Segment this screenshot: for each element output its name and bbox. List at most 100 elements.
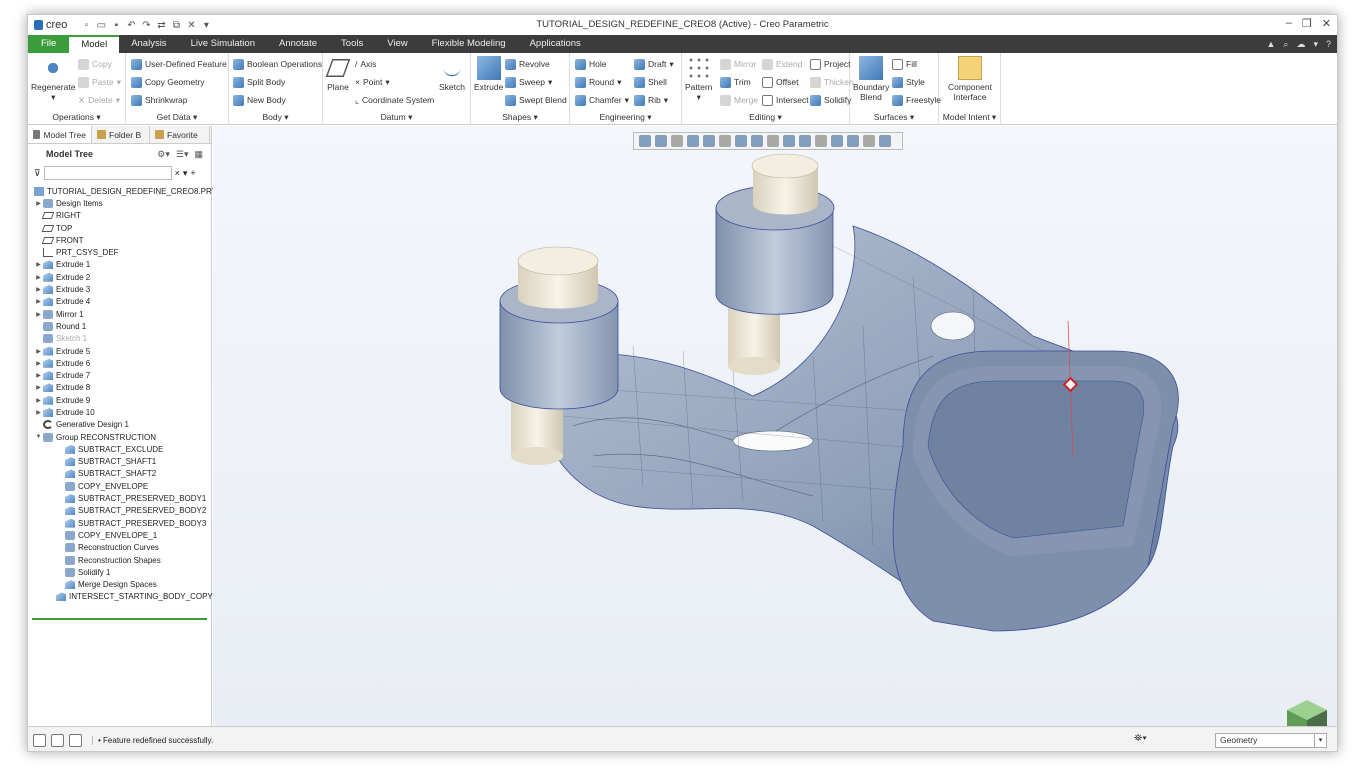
group-label-body[interactable]: Body ▾: [229, 112, 322, 123]
simulation-display-icon[interactable]: [831, 135, 843, 147]
tree-item[interactable]: TUTORIAL_DESIGN_REDEFINE_CREO8.PRT: [28, 185, 217, 197]
tab-folder-browser[interactable]: Folder B: [92, 126, 150, 143]
boundary-blend-button[interactable]: Boundary Blend: [853, 56, 889, 102]
expand-icon[interactable]: ▶: [34, 348, 43, 355]
saved-orientations-icon[interactable]: [735, 135, 747, 147]
plane-button[interactable]: Plane: [325, 56, 351, 92]
tab-annotate[interactable]: Annotate: [267, 35, 329, 53]
group-label-datum[interactable]: Datum ▾: [323, 112, 470, 123]
tree-item[interactable]: SUBTRACT_EXCLUDE: [28, 443, 211, 455]
mirror-button[interactable]: Mirror: [720, 57, 756, 71]
community-icon[interactable]: ☁: [1296, 39, 1305, 50]
tab-live-simulation[interactable]: Live Simulation: [179, 35, 267, 53]
add-icon[interactable]: +: [190, 168, 195, 178]
regenerate-dropdown-icon[interactable]: ▾: [51, 92, 55, 102]
trim-button[interactable]: Trim: [720, 75, 751, 89]
collapse-ribbon-icon[interactable]: ▲: [1266, 39, 1275, 49]
sweep-button[interactable]: Sweep ▾: [505, 75, 552, 89]
tree-item[interactable]: ▶ Extrude 5: [28, 345, 211, 357]
annotation-display-icon[interactable]: [799, 135, 811, 147]
dropdown-icon[interactable]: ▾: [1313, 39, 1318, 50]
shaft-right[interactable]: [715, 153, 835, 375]
project-button[interactable]: Project: [810, 57, 850, 71]
expand-icon[interactable]: ▶: [34, 274, 43, 281]
repaint-icon[interactable]: [687, 135, 699, 147]
freestyle-button[interactable]: Freestyle: [892, 93, 941, 107]
expand-icon[interactable]: ▶: [34, 298, 43, 305]
draft-button[interactable]: Draft ▾: [634, 57, 674, 71]
tab-model[interactable]: Model: [69, 35, 120, 53]
tab-view[interactable]: View: [375, 35, 419, 53]
udf-button[interactable]: User-Defined Feature: [131, 57, 227, 71]
sketch-button[interactable]: Sketch: [439, 56, 465, 92]
open-file-icon[interactable]: ▭: [96, 20, 106, 31]
smart-filter-button[interactable]: ⛯▾: [1134, 733, 1147, 744]
tree-item[interactable]: SUBTRACT_PRESERVED_BODY2: [28, 505, 211, 517]
coordinate-system-button[interactable]: ⌞ Coordinate System: [355, 93, 434, 107]
shrinkwrap-button[interactable]: Shrinkwrap: [131, 93, 188, 107]
help-icon[interactable]: ?: [1326, 39, 1331, 49]
tree-item[interactable]: ▶ Extrude 7: [28, 369, 211, 381]
tree-item[interactable]: ▶ Extrude 6: [28, 357, 211, 369]
collapse-icon[interactable]: ▼: [34, 434, 43, 440]
tree-item[interactable]: Round 1: [28, 320, 211, 332]
tree-item[interactable]: ▶ Extrude 10: [28, 406, 211, 418]
delete-button[interactable]: ✕ Delete ▾: [78, 93, 120, 107]
tree-item[interactable]: COPY_ENVELOPE_1: [28, 529, 211, 541]
tree-item[interactable]: TOP: [28, 222, 211, 234]
tab-analysis[interactable]: Analysis: [119, 35, 178, 53]
toggle-navigator-icon[interactable]: [33, 733, 46, 747]
pattern-button[interactable]: Pattern ▾: [685, 56, 712, 102]
expand-icon[interactable]: ▶: [34, 286, 43, 293]
thicken-button[interactable]: Thicken: [810, 75, 854, 89]
zoom-in-icon[interactable]: [655, 135, 667, 147]
appearance-icon[interactable]: [847, 135, 859, 147]
windows-icon[interactable]: ⧉: [171, 20, 181, 31]
tree-item[interactable]: SUBTRACT_PRESERVED_BODY1: [28, 492, 211, 504]
datum-display-icon[interactable]: [783, 135, 795, 147]
tree-item[interactable]: ▶ Mirror 1: [28, 308, 211, 320]
save-icon[interactable]: ▪: [111, 20, 121, 31]
intersect-button[interactable]: Intersect: [762, 93, 809, 107]
offset-button[interactable]: Offset: [762, 75, 799, 89]
extrude-button[interactable]: Extrude: [474, 56, 503, 92]
tree-item[interactable]: Reconstruction Shapes: [28, 554, 211, 566]
search-dropdown-icon[interactable]: ▾: [183, 168, 188, 179]
pattern-dropdown-icon[interactable]: ▾: [697, 92, 701, 102]
tab-model-tree[interactable]: Model Tree: [28, 126, 92, 143]
tab-tools[interactable]: Tools: [329, 35, 375, 53]
tree-item[interactable]: ▶ Extrude 8: [28, 382, 211, 394]
tree-settings-icon[interactable]: ⚙▾: [157, 149, 170, 160]
group-label-editing[interactable]: Editing ▾: [682, 112, 849, 123]
expand-icon[interactable]: ▶: [34, 261, 43, 268]
component-interface-button[interactable]: Component Interface: [943, 56, 997, 102]
expand-icon[interactable]: ▶: [34, 200, 43, 207]
tree-item[interactable]: ▶ Design Items: [28, 197, 211, 209]
shell-button[interactable]: Shell: [634, 75, 667, 89]
minimize-icon[interactable]: –: [1286, 17, 1292, 30]
tree-item[interactable]: Solidify 1: [28, 566, 211, 578]
expand-icon[interactable]: ▶: [34, 397, 43, 404]
expand-icon[interactable]: ▶: [34, 372, 43, 379]
section-icon[interactable]: [767, 135, 779, 147]
toggle-browser-icon[interactable]: [51, 733, 64, 747]
tree-item[interactable]: COPY_ENVELOPE: [28, 480, 211, 492]
tree-item[interactable]: Sketch 1: [28, 333, 211, 345]
tree-item[interactable]: Reconstruction Curves: [28, 542, 211, 554]
display-style-icon[interactable]: [719, 135, 731, 147]
undo-icon[interactable]: ↶: [126, 20, 136, 31]
tree-item[interactable]: ▶ Extrude 1: [28, 259, 211, 271]
tree-item[interactable]: ▶ Extrude 3: [28, 283, 211, 295]
tree-item[interactable]: Generative Design 1: [28, 419, 211, 431]
hole-button[interactable]: Hole: [575, 57, 606, 71]
tree-item[interactable]: FRONT: [28, 234, 211, 246]
redo-icon[interactable]: ↷: [141, 20, 151, 31]
tree-item[interactable]: ▶ Extrude 4: [28, 296, 211, 308]
axis-button[interactable]: / Axis: [355, 57, 376, 71]
zoom-out-icon[interactable]: [671, 135, 683, 147]
group-label-get-data[interactable]: Get Data ▾: [126, 112, 228, 123]
copy-button[interactable]: Copy: [78, 57, 112, 71]
revolve-button[interactable]: Revolve: [505, 57, 550, 71]
regenerate-button[interactable]: Regenerate ▾: [31, 56, 75, 102]
tree-item[interactable]: SUBTRACT_PRESERVED_BODY3: [28, 517, 211, 529]
